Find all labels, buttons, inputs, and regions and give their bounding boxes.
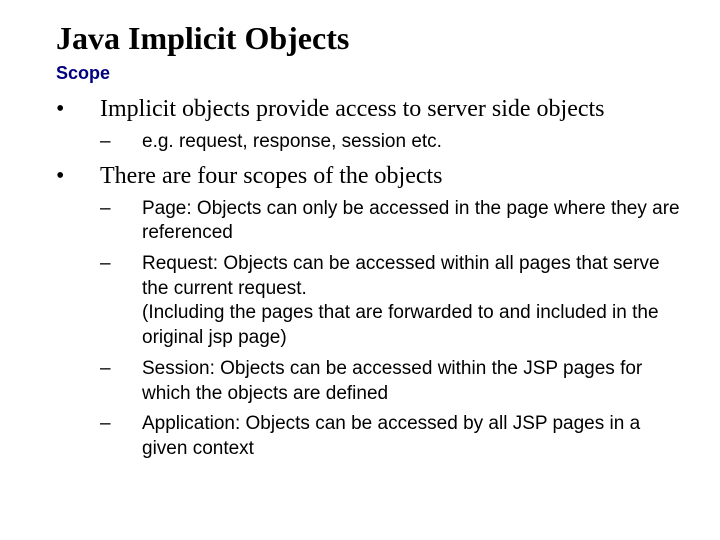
sub-item: – e.g. request, response, session etc. [100,130,684,155]
sub-item: – Session: Objects can be accessed withi… [100,357,684,406]
sub-text: e.g. request, response, session etc. [142,130,442,155]
bullet-marker: • [56,161,100,191]
sub-item: – Application: Objects can be accessed b… [100,412,684,461]
dash-marker: – [100,130,142,155]
bullet-text: Implicit objects provide access to serve… [100,94,605,124]
bullet-item: • Implicit objects provide access to ser… [56,94,684,124]
slide-title: Java Implicit Objects [56,20,684,57]
sub-item: – Page: Objects can only be accessed in … [100,197,684,246]
sub-text: Page: Objects can only be accessed in th… [142,197,684,246]
bullet-text: There are four scopes of the objects [100,161,443,191]
dash-marker: – [100,197,142,246]
dash-marker: – [100,412,142,461]
sub-text: Session: Objects can be accessed within … [142,357,684,406]
dash-marker: – [100,252,142,351]
bullet-marker: • [56,94,100,124]
bullet-item: • There are four scopes of the objects [56,161,684,191]
dash-marker: – [100,357,142,406]
sub-text: Request: Objects can be accessed within … [142,252,684,351]
sub-item: – Request: Objects can be accessed withi… [100,252,684,351]
sub-text: Application: Objects can be accessed by … [142,412,684,461]
slide-subtitle: Scope [56,63,684,84]
